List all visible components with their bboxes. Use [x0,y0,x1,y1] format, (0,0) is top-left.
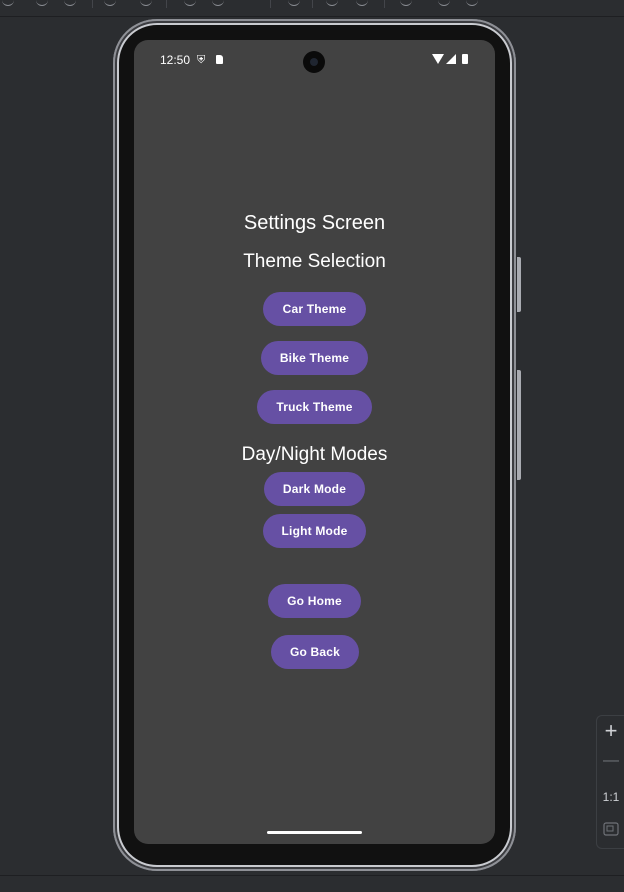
dark-mode-button[interactable]: Dark Mode [264,472,365,506]
battery-icon [462,54,468,64]
zoom-in-icon[interactable]: + [597,718,624,744]
toolbar-icon[interactable] [140,0,152,6]
zoom-out-icon[interactable]: — [597,752,624,770]
ide-status-bar [0,875,624,892]
device-screen: 12:50 ⛨ Settings Screen Theme Selection … [134,40,495,844]
front-camera [303,51,325,73]
truck-theme-button[interactable]: Truck Theme [257,390,372,424]
toolbar-separator [312,0,313,8]
toolbar-icon[interactable] [104,0,116,6]
toolbar-icon[interactable] [466,0,478,6]
page-title: Settings Screen [243,212,386,234]
go-home-button[interactable]: Go Home [268,584,361,618]
home-indicator[interactable] [267,831,362,834]
sd-card-icon [216,55,223,64]
status-time: 12:50 [160,53,191,67]
power-button [517,257,521,312]
volume-button [517,370,521,480]
toolbar-icon[interactable] [356,0,368,6]
toolbar-icon[interactable] [64,0,76,6]
go-back-button[interactable]: Go Back [271,635,359,669]
light-mode-button[interactable]: Light Mode [263,514,366,548]
toolbar-separator [92,0,93,8]
zoom-controls: + — 1:1 [596,715,624,849]
shield-icon: ⛨ [197,54,206,66]
toolbar-icon[interactable] [326,0,338,6]
fit-screen-icon[interactable] [597,822,624,838]
car-theme-button[interactable]: Car Theme [263,292,366,326]
wifi-icon [432,54,444,64]
cell-signal-icon [446,54,456,64]
ide-toolbar [0,0,624,17]
toolbar-icon[interactable] [400,0,412,6]
toolbar-separator [166,0,167,8]
bike-theme-button[interactable]: Bike Theme [261,341,368,375]
actual-size-button[interactable]: 1:1 [597,790,624,804]
toolbar-icon[interactable] [288,0,300,6]
toolbar-icon[interactable] [36,0,48,6]
mode-section-title: Day/Night Modes [241,444,388,465]
toolbar-icon[interactable] [2,0,14,6]
toolbar-icon[interactable] [184,0,196,6]
theme-section-title: Theme Selection [243,251,386,272]
toolbar-icon[interactable] [438,0,450,6]
toolbar-separator [270,0,271,8]
toolbar-icon[interactable] [212,0,224,6]
toolbar-separator [384,0,385,8]
